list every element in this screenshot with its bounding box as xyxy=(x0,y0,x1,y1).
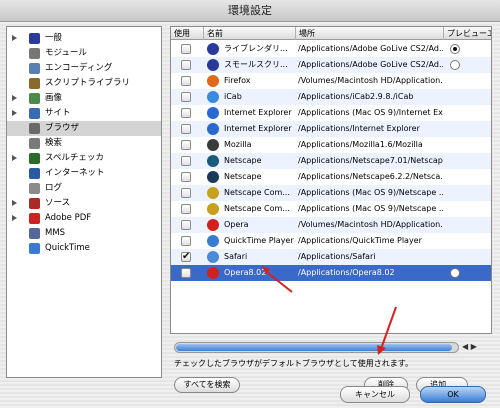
window-title: 環境設定 xyxy=(0,0,500,22)
arrow-to-opera-row xyxy=(262,266,293,293)
preferences-window: 一般 モジュール エンコーディング スクリプトライブラリ 画像 サイト ブラウザ 検索 スペルチ… xyxy=(0,22,500,408)
annotation-arrows xyxy=(262,266,397,355)
arrow-to-delete-button xyxy=(377,306,397,355)
